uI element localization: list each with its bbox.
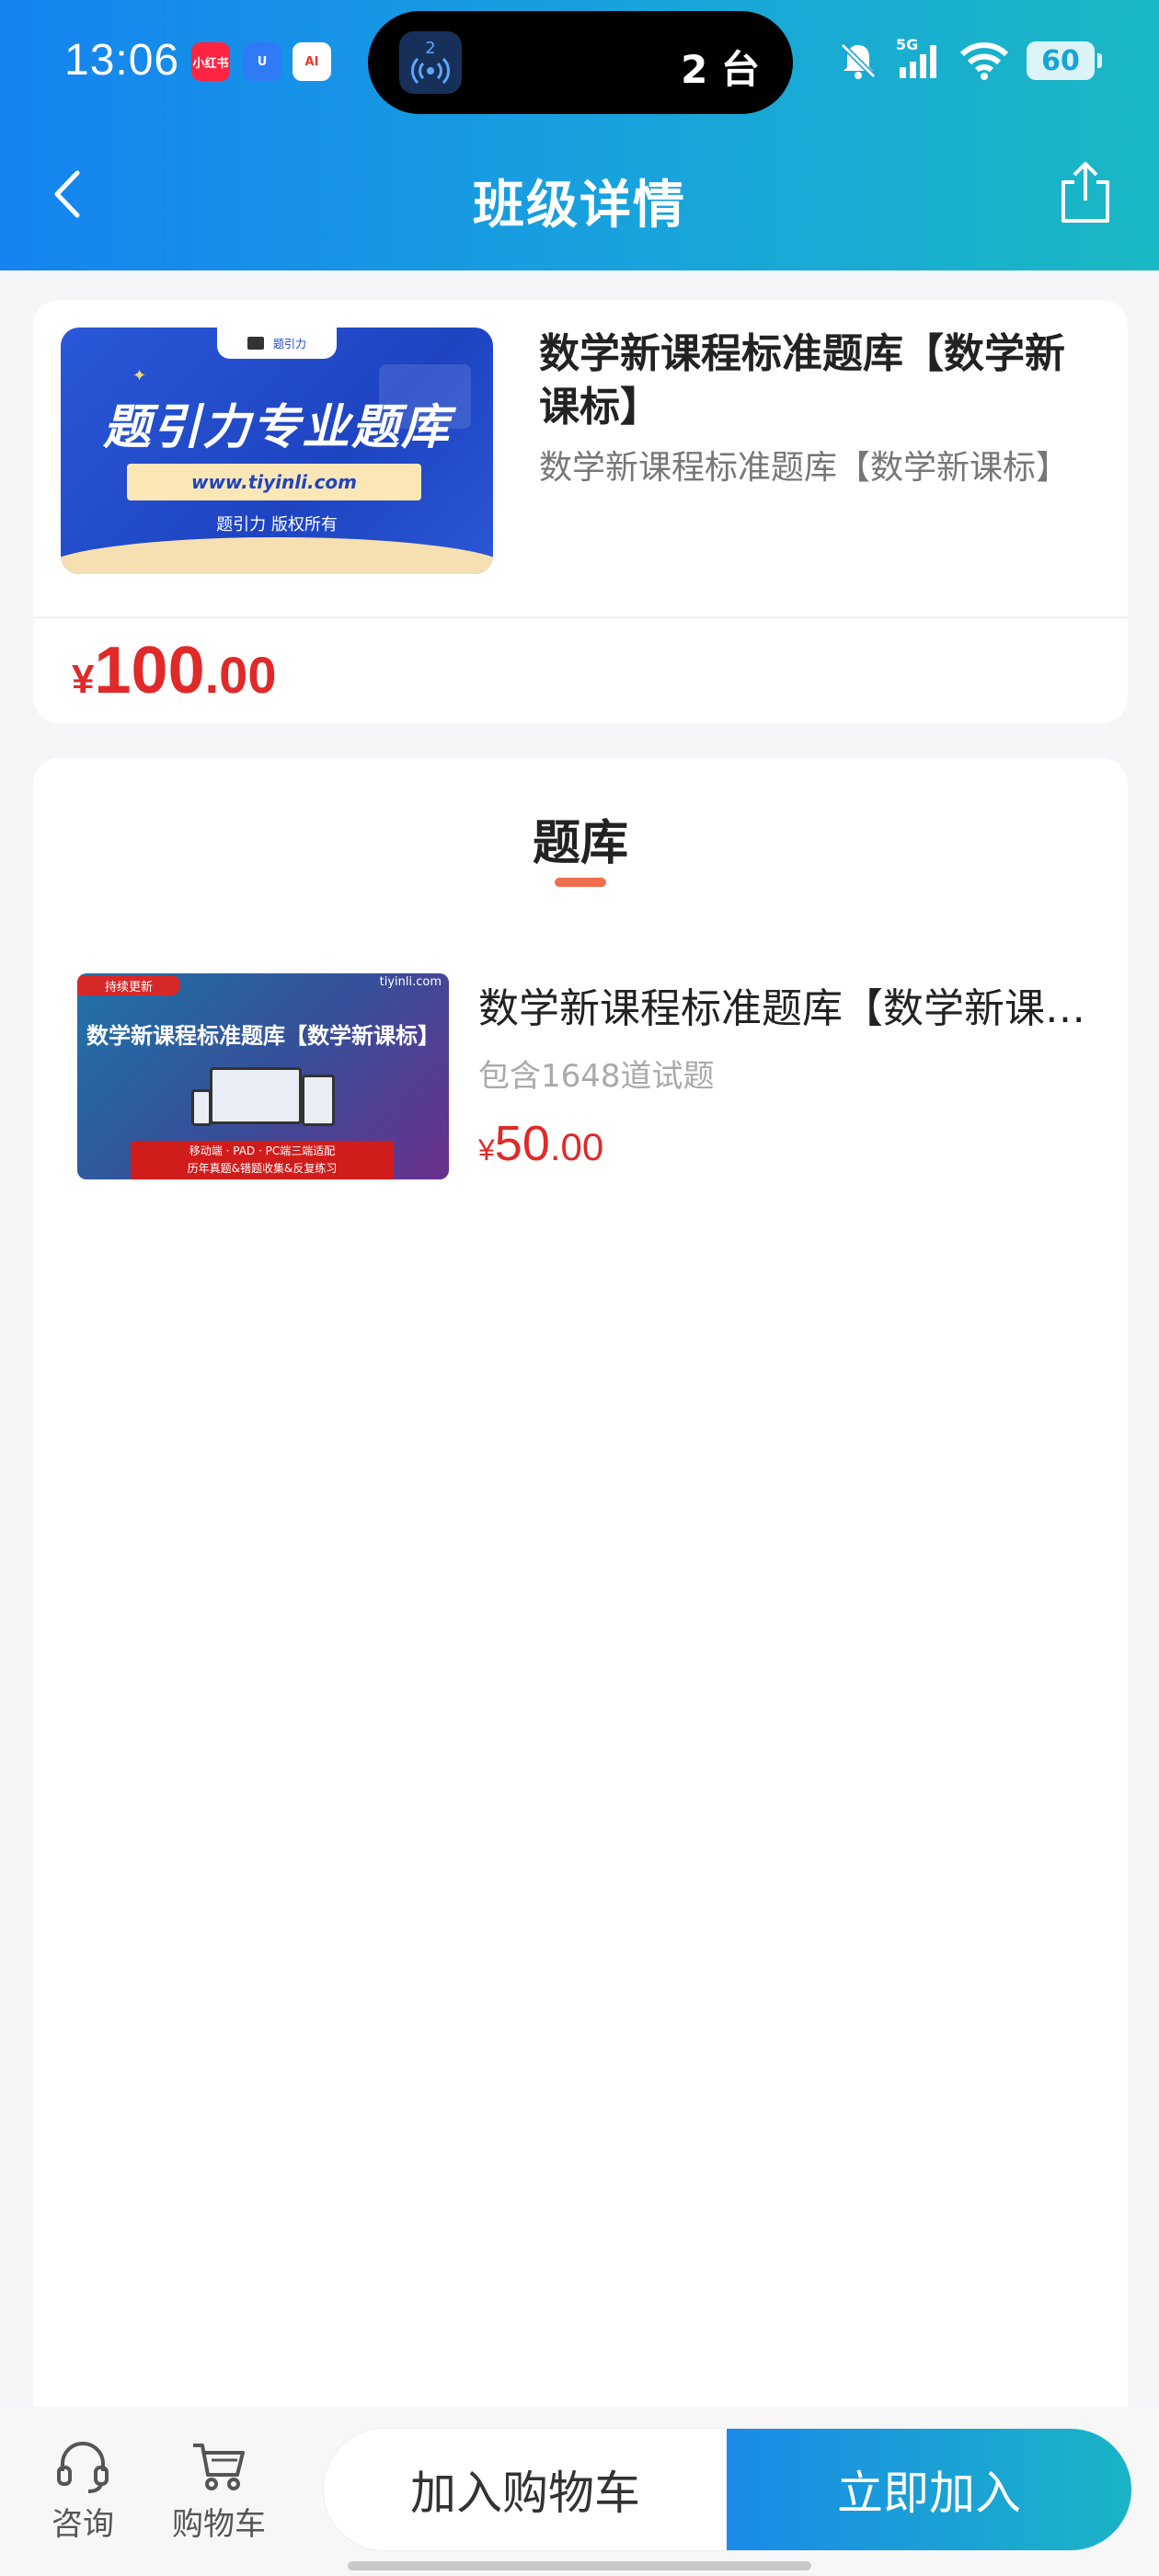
question-bank-section: 题库 持续更新 tiyinli.com 数学新课程标准题库【数学新课标】 移动端… [33, 758, 1128, 2414]
feature-line-2: 历年真题&错题收集&反复练习 [187, 1162, 338, 1175]
u-app-icon: U [243, 42, 281, 81]
dynamic-island[interactable]: 2 2 台 [368, 11, 793, 114]
battery-indicator: 60 [1027, 41, 1102, 80]
class-title: 数学新课程标准题库【数学新课标】 [539, 330, 1065, 431]
consult-label: 咨询 [52, 2506, 114, 2543]
island-count: 2 [425, 39, 436, 58]
section-underline [555, 878, 606, 887]
broadcast-icon: 2 [399, 31, 462, 94]
update-ribbon: 持续更新 [77, 975, 180, 995]
price-integer: 100 [94, 634, 205, 707]
feature-line-1: 移动端 · PAD · PC端三端适配 [189, 1144, 336, 1157]
cart-icon [193, 2444, 245, 2490]
wifi-icon [959, 42, 1009, 80]
status-bar: 13:06 小红书 U AI 2 2 台 5G 60 [0, 0, 1159, 129]
share-icon[interactable] [1049, 156, 1122, 230]
monitor-icon [210, 1067, 302, 1124]
cover-logo-icon [247, 337, 264, 350]
devices-illustration [191, 1067, 339, 1137]
phone-icon [191, 1089, 212, 1126]
star-icon: ✦ [132, 366, 147, 385]
xiaohongshu-app-icon: 小红书 [191, 42, 230, 81]
bell-muted-icon [840, 42, 877, 79]
tablet-icon [302, 1075, 335, 1126]
class-price: ¥100.00 [72, 633, 276, 708]
add-to-cart-button[interactable]: 加入购物车 [324, 2429, 727, 2550]
island-text: 2 台 [681, 47, 760, 92]
currency-symbol: ¥ [478, 1133, 495, 1167]
section-title: 题库 [532, 816, 628, 871]
class-subtitle: 数学新课程标准题库【数学新课标】 [539, 449, 1070, 487]
currency-symbol: ¥ [72, 657, 95, 702]
cover-site-logo: tiyinli.com [379, 975, 442, 989]
headset-icon [57, 2442, 109, 2493]
feature-box: 移动端 · PAD · PC端三端适配 历年真题&错题收集&反复练习 [131, 1141, 394, 1179]
price-decimal: .00 [549, 1125, 604, 1168]
bank-cover-title: 数学新课程标准题库【数学新课标】 [86, 1023, 440, 1049]
bank-title: 数学新课程标准题库【数学新课标】 [478, 985, 1104, 1032]
cart-button[interactable]: 购物车 [164, 2440, 274, 2544]
action-button-group: 加入购物车 立即加入 [324, 2429, 1131, 2550]
cover-tab-label: 题引力 [272, 337, 306, 351]
class-info-card: 题引力 ✦ 题引力专业题库 www.tiyinli.com 题引力 版权所有 数… [33, 300, 1128, 723]
header: 13:06 小红书 U AI 2 2 台 5G 60 班级详情 [0, 0, 1159, 270]
bank-cover-image: 持续更新 tiyinli.com 数学新课程标准题库【数学新课标】 移动端 · … [77, 973, 449, 1179]
page-title: 班级详情 [473, 176, 686, 236]
nav-bar: 班级详情 [0, 129, 1159, 270]
cover-wave [61, 537, 493, 574]
bank-question-count: 包含1648道试题 [478, 1058, 715, 1095]
signal-waves-icon [411, 57, 450, 85]
cover-tab: 题引力 [217, 328, 337, 359]
divider [33, 616, 1128, 618]
class-cover-image: 题引力 ✦ 题引力专业题库 www.tiyinli.com 题引力 版权所有 [61, 328, 493, 574]
home-indicator[interactable] [348, 2561, 811, 2570]
status-indicators: 5G 60 [837, 35, 1102, 86]
consult-button[interactable]: 咨询 [28, 2440, 138, 2544]
bottom-action-bar: 咨询 购物车 加入购物车 立即加入 [0, 2407, 1159, 2576]
cover-copyright: 题引力 版权所有 [216, 515, 338, 535]
cart-label: 购物车 [172, 2506, 266, 2543]
price-decimal: .00 [204, 646, 277, 704]
bank-price: ¥50.00 [478, 1115, 603, 1172]
ai-app-icon: AI [293, 42, 331, 81]
status-time: 13:06 [64, 36, 180, 85]
cellular-signal: 5G [896, 36, 942, 82]
cover-url: www.tiyinli.com [127, 464, 421, 500]
cover-headline: 题引力专业题库 [102, 400, 451, 455]
join-now-button[interactable]: 立即加入 [727, 2429, 1131, 2550]
signal-bars-icon [900, 45, 936, 78]
price-integer: 50 [494, 1116, 550, 1171]
